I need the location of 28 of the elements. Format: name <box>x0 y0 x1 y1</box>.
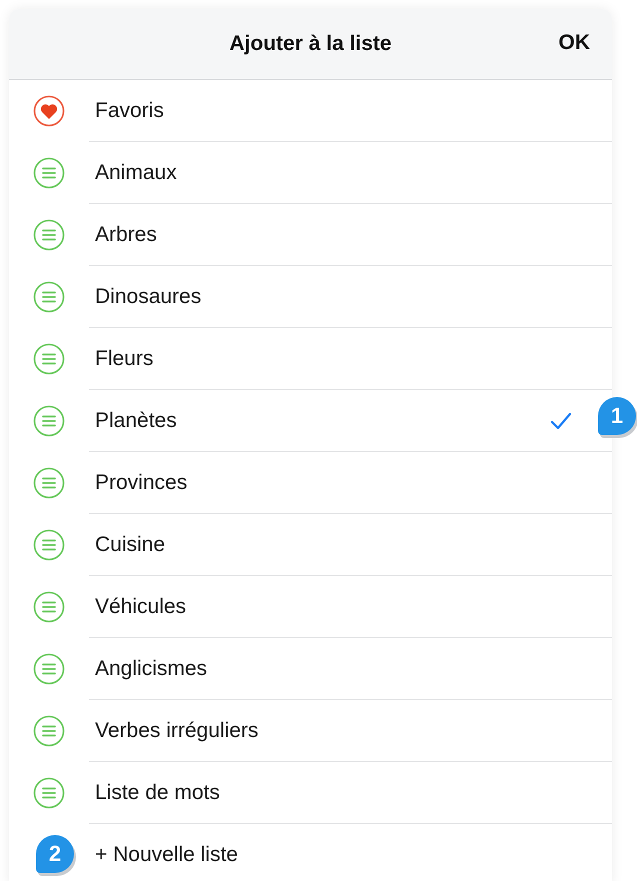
callout-badge: 1 <box>598 397 636 435</box>
list-item[interactable]: Véhicules <box>89 594 572 618</box>
list-icon <box>33 343 65 375</box>
ok-button[interactable]: OK <box>554 29 594 57</box>
list-icon <box>33 405 65 437</box>
sheet-title: Ajouter à la liste <box>229 32 392 56</box>
list-icon <box>33 777 65 809</box>
list-icon <box>33 591 65 623</box>
list-item[interactable]: Planètes <box>89 408 550 432</box>
list-item[interactable]: Dinosaures <box>89 284 572 308</box>
list-item[interactable]: Liste de mots <box>89 780 572 804</box>
list-item[interactable]: Provinces <box>89 470 572 494</box>
list-icon <box>33 715 65 747</box>
list-item[interactable]: + Nouvelle liste <box>89 843 572 867</box>
callout-badge: 2 <box>36 835 74 873</box>
list-icon <box>33 219 65 251</box>
list-item[interactable]: Fleurs <box>89 346 572 370</box>
list-item[interactable]: Verbes irréguliers <box>89 718 572 742</box>
list-item[interactable]: Arbres <box>89 222 572 246</box>
list-item[interactable]: Cuisine <box>89 532 572 556</box>
list-icon <box>33 653 65 685</box>
list-item[interactable]: Favoris <box>89 98 572 122</box>
list-icon <box>33 467 65 499</box>
list-item[interactable]: Anglicismes <box>89 656 572 680</box>
list-icon <box>33 281 65 313</box>
list-item[interactable]: Animaux <box>89 160 572 184</box>
list-icon <box>33 157 65 189</box>
list-icon <box>33 529 65 561</box>
